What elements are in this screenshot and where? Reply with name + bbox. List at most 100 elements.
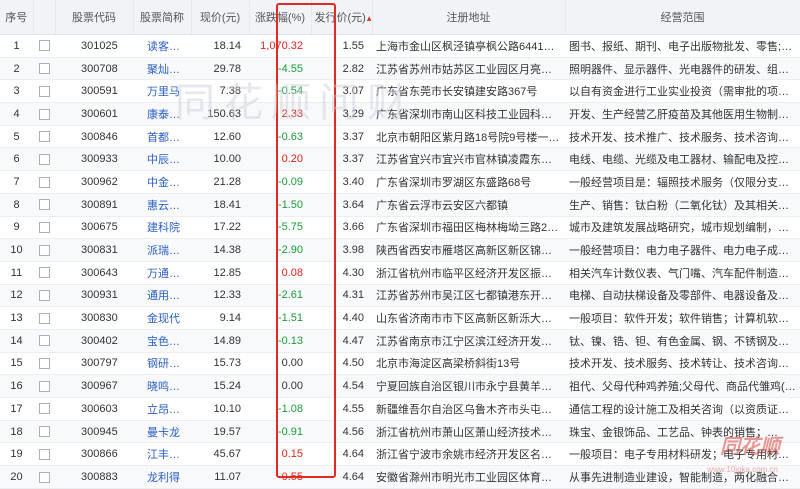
- stock-name-link[interactable]: 龙利得: [133, 465, 191, 489]
- row-checkbox[interactable]: [33, 170, 55, 194]
- stock-code: 300402: [55, 329, 133, 353]
- table-row[interactable]: 15 300797 钢研纳克 15.73 0.00 4.50 北京市海淀区高梁桥斜街13号技…: [0, 352, 800, 376]
- change-percent: 1,070.32: [249, 34, 311, 58]
- checkbox-icon[interactable]: [38, 267, 50, 279]
- checkbox-icon[interactable]: [38, 40, 50, 52]
- header-scope[interactable]: 经营范围: [565, 0, 800, 35]
- table-row[interactable]: 10 300831 派瑞股份 14.38 -2.90 3.98 陕西省西安市雁塔区高新区新区…: [0, 238, 800, 262]
- checkbox-icon[interactable]: [38, 448, 50, 460]
- checkbox-icon[interactable]: [38, 199, 50, 211]
- stock-name-link[interactable]: 聚灿光电: [133, 57, 191, 81]
- stock-name-link[interactable]: 惠云钛业: [133, 193, 191, 217]
- stock-name-link[interactable]: 康泰生物: [133, 102, 191, 126]
- checkbox-icon[interactable]: [38, 426, 50, 438]
- checkbox-icon[interactable]: [38, 176, 50, 188]
- row-checkbox[interactable]: [33, 352, 55, 376]
- header-select[interactable]: [33, 0, 56, 35]
- header-idx[interactable]: 序号: [0, 0, 34, 35]
- stock-name-link[interactable]: 中辰股份: [133, 147, 191, 172]
- table-row[interactable]: 9 300675 建科院 17.22 -5.75 3.66 广东省深圳市福田区梅林梅坳三路2…: [0, 216, 800, 240]
- stock-name-link[interactable]: 中金辐照: [133, 170, 191, 194]
- header-ipo-price[interactable]: 发行价(元)▴: [311, 0, 373, 35]
- change-percent: 0.55: [249, 465, 311, 489]
- checkbox-icon[interactable]: [38, 108, 50, 120]
- row-checkbox[interactable]: [33, 79, 55, 104]
- stock-name-link[interactable]: 立昂技术: [133, 397, 191, 421]
- stock-name-link[interactable]: 晓鸣股份: [133, 374, 191, 398]
- stock-name-link[interactable]: 钢研纳克: [133, 352, 191, 376]
- table-row[interactable]: 3 300591 万里马 7.38 -0.54 3.07 广东省东莞市长安镇建安路367号以…: [0, 79, 800, 104]
- table-row[interactable]: 13 300830 金现代 9.14 -1.51 4.40 山东省济南市市下区高新区新泺大街…: [0, 306, 800, 330]
- row-checkbox[interactable]: [33, 147, 55, 172]
- checkbox-icon[interactable]: [38, 403, 50, 415]
- row-checkbox[interactable]: [33, 329, 55, 353]
- table-row[interactable]: 2 300708 聚灿光电 29.78 -4.55 2.82 江苏省苏州市姑苏区工业园区月亮…: [0, 57, 800, 81]
- row-checkbox[interactable]: [33, 102, 55, 126]
- stock-name-link[interactable]: 读客文化: [133, 34, 191, 58]
- row-checkbox[interactable]: [33, 306, 55, 330]
- checkbox-icon[interactable]: [38, 335, 50, 347]
- table-row[interactable]: 20 300883 龙利得 11.07 0.55 4.64 安徽省滁州市明光市工业园区体育路…: [0, 465, 800, 489]
- stock-name-link[interactable]: 首都在线: [133, 125, 191, 149]
- table-row[interactable]: 11 300643 万通智控 12.85 0.08 4.30 浙江省杭州市临平区经济开发区振…: [0, 261, 800, 285]
- table-row[interactable]: 19 300866 江丰电子 45.67 0.15 4.64 浙江省宁波市余姚市经济开发区名…: [0, 442, 800, 467]
- checkbox-icon[interactable]: [38, 290, 50, 301]
- table-row[interactable]: 1 301025 读客文化 18.14 1,070.32 1.55 上海市金山区枫泾镇亭枫公…: [0, 34, 800, 58]
- stock-name-link[interactable]: 建科院: [133, 216, 191, 240]
- stock-name-link[interactable]: 金现代: [133, 306, 191, 330]
- registered-address: 北京市朝阳区紫月路18号院9号楼一层101室: [372, 125, 565, 149]
- row-checkbox[interactable]: [33, 374, 55, 398]
- change-percent: 0.00: [249, 374, 311, 398]
- checkbox-icon[interactable]: [38, 358, 50, 370]
- table-row[interactable]: 17 300603 立昂技术 10.10 -1.08 4.55 新疆维吾尔自治区乌鲁木齐市头…: [0, 397, 800, 421]
- header-address[interactable]: 注册地址: [372, 0, 566, 35]
- stock-name-link[interactable]: 通用电梯: [133, 284, 191, 308]
- header-change[interactable]: 涨跌幅(%): [249, 0, 312, 35]
- checkbox-icon[interactable]: [38, 85, 50, 97]
- row-index: 18: [0, 420, 33, 444]
- checkbox-icon[interactable]: [38, 221, 50, 233]
- header-name[interactable]: 股票简称: [133, 0, 192, 35]
- stock-name-link[interactable]: 江丰电子: [133, 442, 191, 467]
- checkbox-icon[interactable]: [38, 63, 50, 75]
- row-checkbox[interactable]: [33, 261, 55, 285]
- row-checkbox[interactable]: [33, 442, 55, 467]
- checkbox-icon[interactable]: [38, 312, 50, 324]
- header-code[interactable]: 股票代码: [55, 0, 134, 35]
- table-row[interactable]: 8 300891 惠云钛业 18.41 -1.50 3.64 广东省云浮市云安区六都镇 生产、…: [0, 193, 800, 217]
- stock-name-link[interactable]: 万里马: [133, 79, 191, 104]
- row-index: 1: [0, 34, 33, 58]
- table-row[interactable]: 16 300967 晓鸣股份 15.24 0.00 4.54 宁夏回族自治区银川市永宁县黄羊…: [0, 374, 800, 398]
- row-checkbox[interactable]: [33, 420, 55, 444]
- row-checkbox[interactable]: [33, 125, 55, 149]
- sort-asc-icon[interactable]: ▴: [367, 13, 371, 23]
- row-checkbox[interactable]: [33, 284, 55, 308]
- row-index: 8: [0, 193, 33, 217]
- table-row[interactable]: 14 300402 宝色股份 14.89 -0.13 4.47 江苏省南京市江宁区滨江经济开…: [0, 329, 800, 353]
- stock-name-link[interactable]: 曼卡龙: [133, 420, 191, 444]
- row-checkbox[interactable]: [33, 193, 55, 217]
- table-row[interactable]: 5 300846 首都在线 12.60 -0.63 3.37 北京市朝阳区紫月路18号院9号…: [0, 125, 800, 149]
- checkbox-icon[interactable]: [38, 380, 50, 392]
- checkbox-icon[interactable]: [38, 131, 50, 143]
- table-row[interactable]: 7 300962 中金辐照 21.28 -0.09 3.40 广东省深圳市罗湖区东盛路68号…: [0, 170, 800, 194]
- row-checkbox[interactable]: [33, 34, 55, 58]
- table-row[interactable]: 12 300931 通用电梯 12.33 -2.61 4.31 江苏省苏州市吴江区七都镇港东…: [0, 284, 800, 308]
- stock-name-link[interactable]: 派瑞股份: [133, 238, 191, 262]
- current-price: 10.10: [191, 397, 249, 421]
- row-checkbox[interactable]: [33, 465, 55, 489]
- row-checkbox[interactable]: [33, 216, 55, 240]
- current-price: 18.41: [191, 193, 249, 217]
- row-checkbox[interactable]: [33, 397, 55, 421]
- row-checkbox[interactable]: [33, 57, 55, 81]
- table-row[interactable]: 6 300933 中辰股份 10.00 0.20 3.37 江苏省宜兴市宜兴市官林镇凌霞东路…: [0, 147, 800, 172]
- header-price[interactable]: 现价(元): [191, 0, 250, 35]
- stock-name-link[interactable]: 宝色股份: [133, 329, 191, 353]
- row-checkbox[interactable]: [33, 238, 55, 262]
- checkbox-icon[interactable]: [38, 244, 50, 256]
- checkbox-icon[interactable]: [38, 153, 50, 165]
- stock-name-link[interactable]: 万通智控: [133, 261, 191, 285]
- stock-code: 300933: [55, 147, 133, 172]
- table-row[interactable]: 4 300601 康泰生物 150.63 2.33 3.29 广东省深圳市南山区科技工业园科…: [0, 102, 800, 126]
- table-row[interactable]: 18 300945 曼卡龙 19.57 -0.91 4.56 浙江省杭州市萧山区萧山经济技术…: [0, 420, 800, 444]
